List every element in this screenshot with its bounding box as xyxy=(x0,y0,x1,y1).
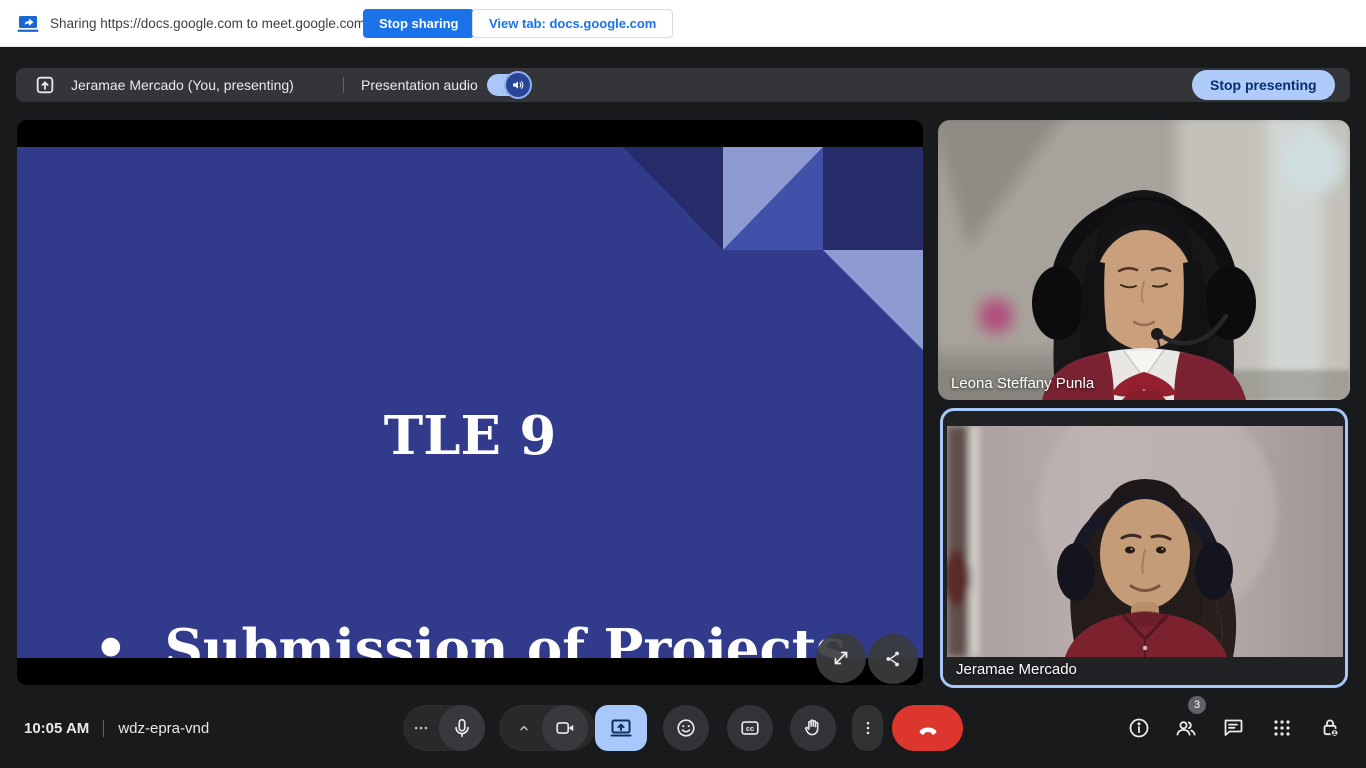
reactions-button[interactable] xyxy=(663,705,709,751)
divider xyxy=(103,720,104,737)
camera-options-icon[interactable] xyxy=(506,705,542,751)
expand-icon xyxy=(830,647,852,669)
participant-name-label: Jeramae Mercado xyxy=(956,661,1077,678)
slide-title: TLE 9 xyxy=(17,401,923,472)
screen-share-icon xyxy=(16,12,40,36)
stop-sharing-button[interactable]: Stop sharing xyxy=(363,9,474,38)
slide-canvas: TLE 9 • Submission of Projects and Activ… xyxy=(17,147,923,658)
camera-button[interactable] xyxy=(499,705,595,751)
participant-video xyxy=(947,426,1343,657)
info-icon xyxy=(1127,716,1151,740)
meeting-status: 10:05 AM wdz-epra-vnd xyxy=(24,688,209,768)
tab-sharing-bar: Sharing https://docs.google.com to meet.… xyxy=(0,0,1366,47)
present-now-icon xyxy=(609,716,633,740)
apps-grid-icon xyxy=(1270,716,1294,740)
presentation-audio-toggle[interactable] xyxy=(487,74,529,96)
participant-name-label: Leona Steffany Punla xyxy=(951,375,1094,392)
speaker-icon xyxy=(511,78,525,92)
present-now-button-active[interactable] xyxy=(595,705,647,751)
raise-hand-button[interactable] xyxy=(790,705,836,751)
camera-icon[interactable] xyxy=(542,705,588,751)
participant-video xyxy=(938,120,1350,400)
participant-tile-leona[interactable]: Leona Steffany Punla xyxy=(938,120,1350,400)
more-vertical-icon xyxy=(859,719,877,737)
captions-button[interactable]: cc xyxy=(727,705,773,751)
meet-window: Sharing https://docs.google.com to meet.… xyxy=(0,0,1366,768)
mic-options-icon[interactable] xyxy=(403,705,439,751)
shared-screen-slide: TLE 9 • Submission of Projects and Activ… xyxy=(17,120,923,685)
slide-text-block: TLE 9 • Submission of Projects and Activ… xyxy=(17,259,923,658)
microphone-button[interactable] xyxy=(403,705,485,751)
end-call-icon xyxy=(915,715,941,741)
raise-hand-icon xyxy=(802,717,824,739)
people-icon xyxy=(1174,716,1198,740)
participant-tile-jeramae[interactable]: Jeramae Mercado xyxy=(940,408,1348,688)
participants-count-badge: 3 xyxy=(1188,696,1206,714)
share-presentation-button[interactable] xyxy=(868,634,918,684)
sharing-message: Sharing https://docs.google.com to meet.… xyxy=(50,0,365,47)
more-options-button[interactable] xyxy=(852,705,883,751)
presenter-label: Jeramae Mercado (You, presenting) xyxy=(71,68,294,102)
emoji-icon xyxy=(675,717,697,739)
slide-bullet-1: • Submission of Projects xyxy=(17,614,923,658)
people-panel-button[interactable] xyxy=(1174,716,1198,740)
toggle-thumb xyxy=(504,71,532,99)
presentation-header: Jeramae Mercado (You, presenting) Presen… xyxy=(16,68,1350,102)
presentation-audio-label: Presentation audio xyxy=(361,68,478,102)
meeting-code: wdz-epra-vnd xyxy=(118,720,209,737)
svg-text:cc: cc xyxy=(746,724,754,733)
divider xyxy=(343,77,344,93)
captions-icon: cc xyxy=(739,717,761,739)
chat-panel-button[interactable] xyxy=(1221,716,1245,740)
present-screen-icon xyxy=(34,74,56,96)
view-tab-button[interactable]: View tab: docs.google.com xyxy=(472,9,673,38)
activities-apps-button[interactable] xyxy=(1270,716,1294,740)
expand-presentation-button[interactable] xyxy=(816,633,866,683)
share-icon xyxy=(883,649,903,669)
lock-icon xyxy=(1318,716,1342,740)
chat-icon xyxy=(1221,716,1245,740)
mic-icon[interactable] xyxy=(439,705,485,751)
clock-time: 10:05 AM xyxy=(24,720,89,737)
end-call-button[interactable] xyxy=(892,705,963,751)
meeting-details-button[interactable] xyxy=(1127,716,1151,740)
stop-presenting-button[interactable]: Stop presenting xyxy=(1192,70,1335,100)
host-controls-button[interactable] xyxy=(1318,716,1342,740)
